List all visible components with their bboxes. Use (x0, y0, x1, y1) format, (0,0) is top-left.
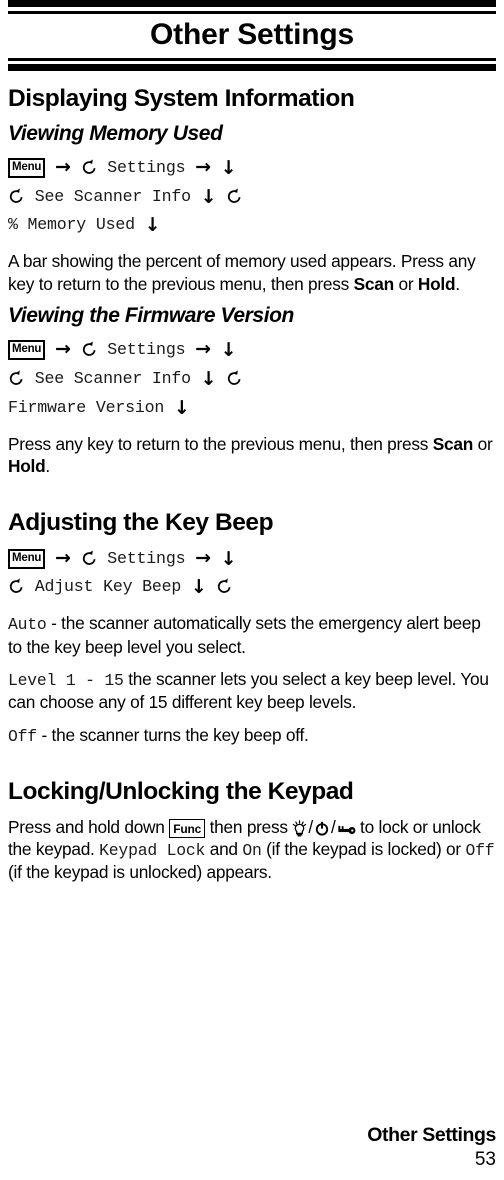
paragraph-keypad-lock: Press and hold down Func then press / / t… (8, 816, 496, 884)
nav-item-settings-fw[interactable]: Settings (107, 340, 185, 359)
arrow-down-icon-fw-2: ↓ (200, 368, 217, 391)
circular-arrow-icon-kb-2 (8, 577, 25, 595)
nav-item-settings[interactable]: Settings (107, 158, 185, 177)
arrow-down-icon-fw: ↓ (220, 339, 237, 362)
func-key-button[interactable]: Func (169, 819, 206, 839)
light-bulb-icon (292, 819, 307, 837)
nav-path-memory-used: Menu → Settings → ↓ See Scanner Info ↓ %… (8, 153, 496, 241)
page-footer: Other Settings 53 (367, 1123, 496, 1172)
option-off: Off - the scanner turns the key beep off… (8, 724, 496, 747)
page-title: Other Settings (150, 18, 354, 51)
option-off-desc: the scanner turns the key beep off. (51, 724, 309, 745)
nav-line-3-fw: Firmware Version ↓ (8, 394, 496, 423)
nav-item-adjust-key-beep[interactable]: Adjust Key Beep (35, 577, 182, 596)
keypad-text-5: (if the keypad is locked) or (261, 839, 466, 860)
option-auto-dash: - (46, 613, 62, 634)
paragraph-memory-used: A bar showing the percent of memory used… (8, 250, 496, 295)
conjunction-or-2: or (473, 433, 493, 454)
paragraph-firmware-version: Press any key to return to the previous … (8, 433, 496, 478)
footer-page-number: 53 (474, 1149, 496, 1171)
option-level-name: Level 1 - 15 (8, 670, 124, 690)
nav-item-see-scanner-info-fw[interactable]: See Scanner Info (35, 369, 191, 388)
arrow-down-icon-3: ↓ (144, 214, 161, 237)
arrow-down-icon-2: ↓ (200, 185, 217, 208)
keypad-text-1: Press and hold down (8, 816, 170, 837)
subheading-viewing-firmware-version: Viewing the Firmware Version (8, 304, 294, 328)
keypad-lock-label: Keypad Lock (99, 841, 206, 861)
arrow-right-icon-kb: → (55, 546, 71, 569)
circular-arrow-icon-2 (8, 187, 25, 205)
header-rule-top-thick (8, 0, 496, 7)
section-spacer-2 (8, 747, 496, 764)
nav-line-2-fw: See Scanner Info ↓ (8, 365, 496, 394)
nav-line-3: % Memory Used ↓ (8, 211, 496, 240)
power-icon (314, 820, 330, 837)
option-auto-name: Auto (8, 615, 47, 635)
nav-line-1-kb: Menu → Settings → ↓ (8, 544, 496, 574)
circular-arrow-icon-fw-1 (81, 340, 98, 358)
nav-path-key-beep: Menu → Settings → ↓ Adjust Key Beep ↓ (8, 544, 496, 603)
circular-arrow-icon-fw-2 (8, 369, 25, 387)
period: . (455, 273, 460, 294)
nav-item-see-scanner-info[interactable]: See Scanner Info (35, 187, 191, 206)
scan-key-label-2: Scan (432, 433, 474, 454)
nav-path-firmware-version: Menu → Settings → ↓ See Scanner Info ↓ F… (8, 335, 496, 423)
key-icon (337, 824, 356, 837)
menu-key-button-2[interactable]: Menu (8, 340, 46, 361)
keypad-text-4: and (205, 839, 243, 860)
nav-item-firmware-version[interactable]: Firmware Version (8, 398, 164, 417)
option-level: Level 1 - 15 the scanner lets you select… (8, 668, 496, 714)
arrow-right-icon-fw: → (55, 338, 71, 361)
option-auto-desc: the scanner automatically sets the emerg… (8, 613, 481, 657)
arrow-down-icon-kb: ↓ (220, 547, 237, 570)
hold-key-label: Hold (417, 273, 456, 294)
paragraph-firmware-text: Press any key to return to the previous … (8, 433, 433, 454)
arrow-right-icon-fw-2: → (195, 338, 211, 361)
circular-arrow-icon-fw-3 (226, 369, 243, 387)
subheading-viewing-memory-used: Viewing Memory Used (8, 121, 223, 145)
section-heading-keypad-lock: Locking/Unlocking the Keypad (8, 777, 354, 805)
arrow-down-icon: ↓ (220, 156, 237, 179)
section-heading-system-info: Displaying System Information (8, 84, 355, 112)
keypad-text-6: (if the keypad is unlocked) appears. (8, 862, 272, 883)
keypad-text-2: then press (205, 816, 293, 837)
menu-key-button-3[interactable]: Menu (8, 548, 46, 569)
header-rule-bottom-thick (8, 63, 496, 71)
circular-arrow-icon-kb-1 (81, 549, 98, 567)
option-off-dash: - (36, 724, 52, 745)
arrow-right-icon-kb-2: → (195, 546, 211, 569)
nav-line-1: Menu → Settings → ↓ (8, 153, 496, 183)
arrow-down-icon-fw-3: ↓ (173, 396, 190, 419)
nav-item-percent-memory-used[interactable]: % Memory Used (8, 215, 135, 234)
nav-line-1-fw: Menu → Settings → ↓ (8, 335, 496, 365)
manual-page: Other Settings Displaying System Informa… (0, 0, 504, 1180)
option-off-name: Off (8, 726, 37, 746)
period-2: . (45, 456, 50, 477)
nav-item-settings-kb[interactable]: Settings (107, 549, 185, 568)
arrow-down-icon-kb-2: ↓ (190, 576, 207, 599)
scan-key-label: Scan (353, 273, 395, 294)
circular-arrow-icon-kb-3 (216, 577, 233, 595)
circular-arrow-icon (81, 158, 98, 176)
option-auto: Auto - the scanner automatically sets th… (8, 612, 496, 658)
keypad-on-label: On (242, 841, 262, 861)
arrow-right-icon: → (55, 155, 71, 178)
menu-key-button[interactable]: Menu (8, 157, 46, 178)
nav-line-2-kb: Adjust Key Beep ↓ (8, 573, 496, 602)
nav-line-2: See Scanner Info ↓ (8, 183, 496, 212)
circular-arrow-icon-3 (226, 187, 243, 205)
section-heading-key-beep: Adjusting the Key Beep (8, 508, 274, 536)
conjunction-or: or (393, 273, 418, 294)
arrow-right-icon-2: → (195, 155, 211, 178)
hold-key-label-2: Hold (8, 456, 46, 477)
keypad-off-label: Off (465, 841, 495, 861)
footer-section-title: Other Settings (367, 1123, 496, 1146)
